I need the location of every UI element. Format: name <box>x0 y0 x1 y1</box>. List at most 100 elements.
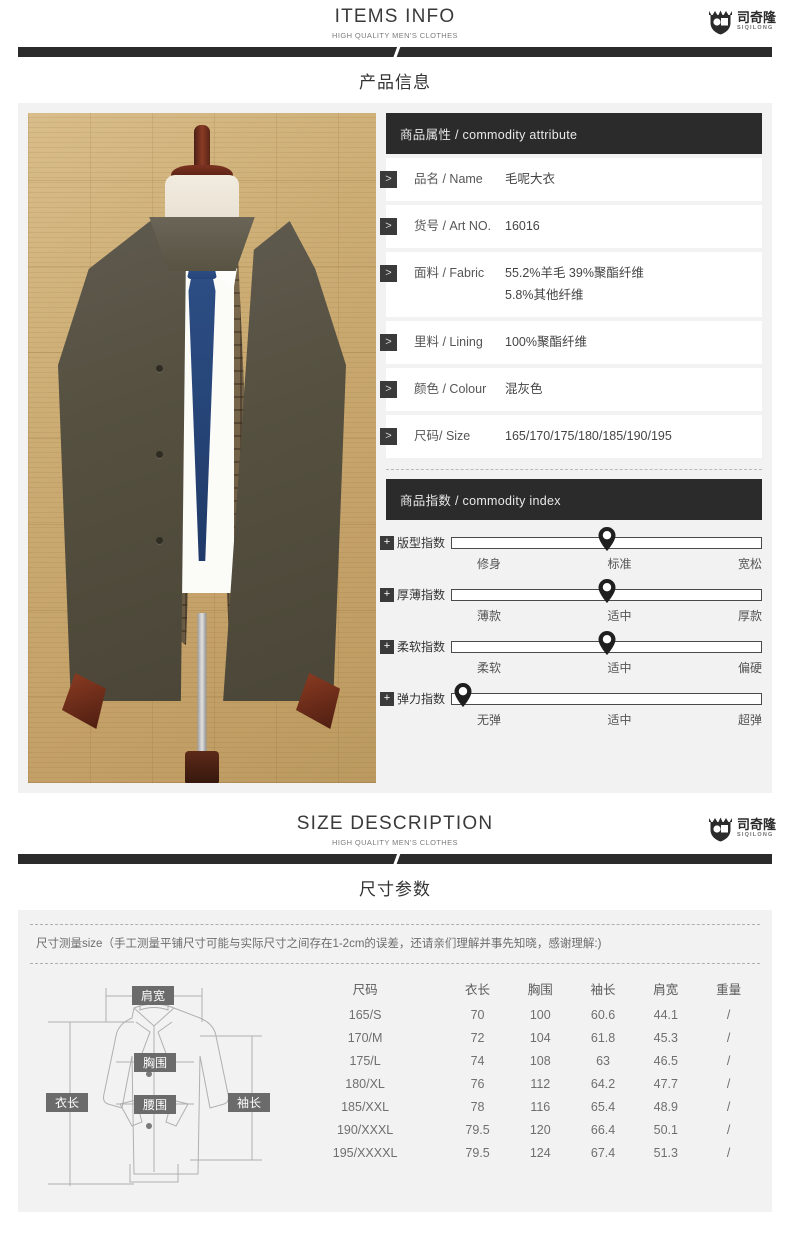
attribute-value: 55.2%羊毛 39%聚酯纤维 5.8%其他纤维 <box>505 264 644 305</box>
attribute-value-line: 毛呢大衣 <box>505 172 556 186</box>
column-header: 袖长 <box>590 982 616 997</box>
attribute-row: > 尺码/ Size 165/170/175/180/185/190/195 <box>380 415 762 458</box>
scale-label-low: 薄款 <box>477 609 502 623</box>
items-info-banner: ITEMS INFO HIGH QUALITY MEN'S CLOTHES 司奇… <box>0 0 790 40</box>
attribute-row: > 品名 / Name 毛呢大衣 <box>380 158 762 201</box>
cell-weight: / <box>726 1100 731 1115</box>
scale-label-low: 无弹 <box>477 713 502 727</box>
cell-sleeve: 67.4 <box>590 1146 616 1161</box>
brand-name-en: SIQILONG <box>736 831 774 838</box>
index-slider-track-wrap[interactable] <box>451 526 762 551</box>
scale-label-high: 厚款 <box>737 609 762 623</box>
size-chart-table: 尺码 衣长 胸围 袖长 肩宽 重量 165/S 70 100 60.6 44.1 <box>284 974 760 1194</box>
coat-button <box>156 537 163 544</box>
map-pin-marker-icon[interactable] <box>598 630 615 655</box>
chevron-right-icon: > <box>380 218 397 235</box>
cell-sleeve: 66.4 <box>590 1123 616 1138</box>
cell-chest: 112 <box>530 1077 551 1092</box>
index-label: 版型指数 <box>397 536 446 550</box>
column-header: 衣长 <box>465 982 491 997</box>
commodity-attribute-heading: 商品属性 / commodity attribute <box>386 113 762 154</box>
attribute-value-line: 100%聚酯纤维 <box>505 335 587 349</box>
plus-icon: + <box>380 691 394 706</box>
attribute-label: 面料 / Fabric <box>414 266 485 280</box>
table-row: 165/S 70 100 60.6 44.1 / <box>284 1004 760 1027</box>
index-slider-track-wrap[interactable] <box>451 578 762 603</box>
table-row: 185/XXL 78 116 65.4 48.9 / <box>284 1096 760 1119</box>
cell-size: 195/XXXXL <box>332 1146 398 1161</box>
attribute-row: > 里料 / Lining 100%聚酯纤维 <box>380 321 762 364</box>
chevron-right-icon: > <box>380 265 397 282</box>
map-pin-marker-icon[interactable] <box>598 526 615 551</box>
attribute-row: > 颜色 / Colour 混灰色 <box>380 368 762 411</box>
brand-name-en: SIQILONG <box>736 24 774 31</box>
mannequin-pole <box>197 613 207 763</box>
mannequin-base <box>185 751 219 783</box>
scale-label-high: 宽松 <box>737 557 762 571</box>
banner-text-block: SIZE DESCRIPTION HIGH QUALITY MEN'S CLOT… <box>0 807 790 847</box>
product-info-panel: 商品属性 / commodity attribute > 品名 / Name 毛… <box>18 103 772 793</box>
index-scale: 薄款 适中 厚款 <box>463 607 762 624</box>
map-pin-marker-icon[interactable] <box>454 682 472 707</box>
scale-label-mid: 适中 <box>607 609 632 623</box>
cell-sleeve: 60.6 <box>590 1008 616 1023</box>
cell-weight: / <box>726 1146 731 1161</box>
page-subtitle: HIGH QUALITY MEN'S CLOTHES <box>332 31 458 40</box>
scale-label-mid: 适中 <box>607 713 632 727</box>
chevron-right-icon: > <box>380 428 397 445</box>
plus-icon: + <box>380 639 394 654</box>
scale-label-low: 修身 <box>477 557 502 571</box>
cell-length: 76 <box>470 1077 485 1092</box>
cell-size: 190/XXXL <box>336 1123 394 1138</box>
index-label: 厚薄指数 <box>397 588 446 602</box>
chevron-right-icon: > <box>380 171 397 188</box>
cell-shoulder: 46.5 <box>653 1054 678 1069</box>
diagram-label-waist: 腰围 <box>143 1098 167 1112</box>
section-title-size-params: 尺寸参数 <box>359 880 431 899</box>
cell-shoulder: 48.9 <box>653 1100 678 1115</box>
scale-label-low: 柔软 <box>477 661 502 675</box>
note-divider-bottom <box>30 963 760 965</box>
column-header: 重量 <box>716 982 742 997</box>
index-slider-track-wrap[interactable] <box>451 630 762 655</box>
attribute-value-line: 55.2%羊毛 39%聚酯纤维 <box>505 266 644 280</box>
column-header: 胸围 <box>527 982 553 997</box>
commodity-index-heading: 商品指数 / commodity index <box>386 479 762 520</box>
map-pin-marker-icon[interactable] <box>598 578 615 603</box>
attribute-value: 16016 <box>505 217 540 236</box>
attribute-row: > 货号 / Art NO. 16016 <box>380 205 762 248</box>
brand-logo-text: 司奇隆 SIQILONG <box>737 11 776 32</box>
shield-crown-logo-icon <box>707 7 734 35</box>
slash-accent-icon <box>391 854 401 864</box>
cell-weight: / <box>726 1031 731 1046</box>
size-panel: 尺寸测量size（手工测量平铺尺寸可能与实际尺寸之间存在1-2cm的误差，还请亲… <box>18 910 772 1213</box>
cell-chest: 124 <box>529 1146 551 1161</box>
column-header: 肩宽 <box>653 982 679 997</box>
index-group: + 弹力指数 无弹 适中 超弹 <box>380 676 762 728</box>
index-slider-track-wrap[interactable] <box>451 682 762 707</box>
brand-logo: 司奇隆 SIQILONG <box>707 814 776 842</box>
table-row: 180/XL 76 112 64.2 47.7 / <box>284 1073 760 1096</box>
size-measurement-note: 尺寸测量size（手工测量平铺尺寸可能与实际尺寸之间存在1-2cm的误差，还请亲… <box>36 938 602 950</box>
header-rule-bar <box>18 47 772 57</box>
cell-sleeve: 64.2 <box>590 1077 616 1092</box>
size-description-banner: SIZE DESCRIPTION HIGH QUALITY MEN'S CLOT… <box>0 807 790 847</box>
index-group: + 版型指数 修身 标准 宽松 <box>380 520 762 572</box>
cell-sleeve: 63 <box>596 1054 610 1069</box>
cell-length: 79.5 <box>465 1123 490 1138</box>
cell-chest: 100 <box>529 1008 551 1023</box>
cell-shoulder: 51.3 <box>653 1146 678 1161</box>
section-title-product-info: 产品信息 <box>359 73 431 92</box>
index-slider-track[interactable] <box>451 692 762 705</box>
brand-name-cn: 司奇隆 <box>736 9 776 25</box>
product-photo <box>28 113 376 783</box>
cell-weight: / <box>726 1054 731 1069</box>
coat-button <box>156 451 163 458</box>
index-scale: 修身 标准 宽松 <box>463 555 762 572</box>
table-row: 175/L 74 108 63 46.5 / <box>284 1050 760 1073</box>
info-column: 商品属性 / commodity attribute > 品名 / Name 毛… <box>380 113 762 783</box>
chevron-right-icon: > <box>380 381 397 398</box>
brand-name-cn: 司奇隆 <box>736 816 776 832</box>
cell-size: 180/XL <box>345 1077 385 1092</box>
scale-label-mid: 标准 <box>607 557 632 571</box>
